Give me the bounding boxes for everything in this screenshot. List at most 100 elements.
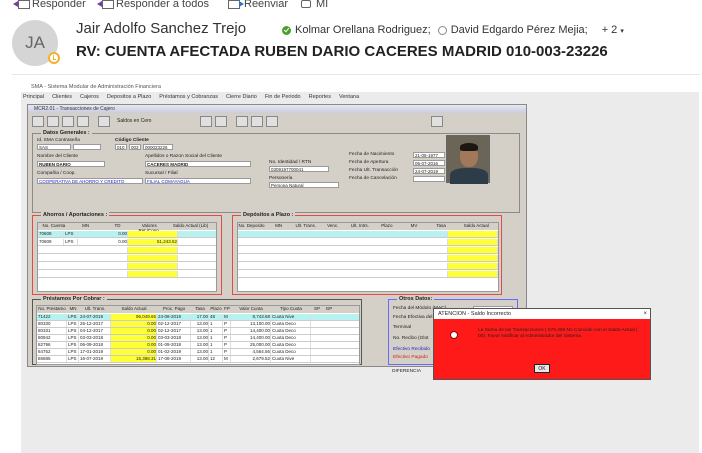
col-header: Ult. Trans.	[295, 223, 316, 228]
difference-label: DIFERENCIA	[392, 369, 422, 374]
im-label: MI	[316, 0, 329, 10]
col-header: No. Prestamo	[38, 306, 66, 311]
cell: 01-09-2018	[157, 342, 191, 348]
cell	[128, 231, 178, 237]
cell: 03-03-2018	[157, 335, 191, 341]
reply-all-button[interactable]: Responder a todos	[97, 0, 209, 10]
col-header: MN	[275, 223, 283, 228]
table-row[interactable]: 70608 LPS 0.00	[38, 231, 216, 238]
cancel-icon	[236, 115, 248, 127]
table-row[interactable]: 70609 LPS 0.00 51,243.52	[38, 239, 216, 246]
col-header: SP	[313, 306, 320, 311]
col-header: Saldo Actual	[121, 306, 147, 311]
reply-button[interactable]: Responder	[13, 0, 86, 10]
col-header: Tasa	[436, 223, 446, 228]
reply-all-icon	[97, 0, 114, 10]
cell: 1	[209, 349, 223, 355]
col-header: Valor Cuota	[239, 306, 263, 311]
cell: 0.00	[111, 335, 157, 341]
table-row	[38, 255, 216, 262]
surname-label: Apellidos o Razon Social del Cliente	[145, 154, 223, 159]
cell: 02-12-2017	[157, 328, 191, 334]
deposits-group: Depósitos a Plazo : No. Deposito MN Ult.…	[232, 212, 502, 295]
table-row	[238, 263, 498, 270]
cell: 13.00	[191, 342, 209, 348]
cell: 02-12-2017	[157, 321, 191, 327]
cell: 4,564.56	[231, 349, 271, 355]
cell: 80942	[37, 335, 67, 341]
col-header: TD	[114, 223, 121, 228]
savings-title: Ahorros / Aportaciones :	[41, 212, 110, 218]
table-row[interactable]: 82796 LPS 06-09-2018 0.00 01-09-2018 13.00 1 P 2…	[37, 342, 359, 349]
cell: 24-07-2019	[79, 314, 111, 320]
terminal-label: Terminal	[393, 325, 412, 330]
table-row	[38, 263, 216, 270]
table-row[interactable]: 84752 LPS 17-01-2019 0.00 01-02-2019 13.00 1 P 4…	[37, 349, 359, 356]
cell: 25,000.00	[231, 342, 271, 348]
table-row[interactable]: 80942 LPS 03-03-2018 0.00 03-03-2018 13.00 1 P 1…	[37, 335, 359, 342]
id-number-field: 0309197700041	[269, 166, 329, 172]
table-row[interactable]: 80331 LPS 04-12-2017 0.00 02-12-2017 13.00 1 P 1…	[37, 328, 359, 335]
cell: LPS	[67, 314, 79, 320]
cell: Cuota Deco	[271, 335, 311, 341]
loans-grid: No. Prestamo MN Ult. Trans. Saldo Actual…	[36, 305, 360, 365]
cell: Cuota Deco	[271, 328, 311, 334]
message-subject: RV: CUENTA AFECTADA RUBEN DARIO CACERES …	[76, 43, 608, 60]
dialog-title: ATENCION - Saldo Incorrecto ×	[434, 309, 650, 319]
close-icon[interactable]: ×	[643, 309, 647, 319]
cell: 51,243.52	[128, 239, 178, 245]
menu-item: Fin de Periodo	[264, 94, 301, 100]
menu-item: Clientes	[52, 94, 72, 100]
table-row	[238, 231, 498, 238]
ok-button[interactable]: OK	[534, 364, 550, 373]
cell: LPS	[67, 321, 79, 327]
cell: 0.00	[111, 321, 157, 327]
im-button[interactable]: MI	[300, 0, 328, 10]
cell: P	[223, 342, 231, 348]
table-row[interactable]: 71422 LPS 24-07-2019 96,049.65 24-08-2019 17.…	[37, 314, 359, 321]
app-menubar: Principal Clientes Cajeros Depositos a P…	[21, 93, 699, 102]
col-header: Saldo Actual	[463, 223, 489, 228]
cancel-date-field	[413, 176, 445, 182]
table-row	[38, 247, 216, 254]
table-row[interactable]: 86685 LPS 16-07-2019 15,388.31 17-08-2019 13.…	[37, 356, 359, 363]
last-tx-field: 24-07-2019	[413, 168, 445, 174]
cell: LPS	[67, 335, 79, 341]
more-recipients-button[interactable]: + 2 ▾	[602, 24, 624, 36]
forward-button[interactable]: Reenviar	[228, 0, 288, 10]
cell: P	[223, 328, 231, 334]
chevron-down-icon: ▾	[620, 28, 624, 35]
loans-group: Préstamos Por Cobrar : No. Prestamo MN U…	[32, 296, 362, 365]
forward-label: Reenviar	[244, 0, 289, 10]
cell: 13.00	[191, 356, 209, 362]
company-label: Compañia / Coop.	[37, 171, 76, 176]
cell: Cuota Nive	[271, 356, 311, 362]
reply-label: Responder	[32, 0, 86, 10]
loans-title: Préstamos Por Cobrar :	[41, 296, 107, 302]
cell: 0.00	[78, 231, 128, 237]
check-icon	[98, 115, 110, 127]
dialog-message: La Suma de las Transacciones ( 570,465 N…	[478, 328, 638, 339]
sender-name[interactable]: Jair Adolfo Sanchez Trejo	[76, 20, 246, 37]
company-field: COOPERATIVA DE AHORRO Y CREDITO	[37, 178, 143, 184]
recipient-2[interactable]: David Edgardo Pérez Mejia;	[451, 24, 588, 36]
cell: 70609	[38, 239, 64, 245]
col-header: Venc.	[327, 223, 339, 228]
forward-icon	[228, 0, 244, 10]
cell: Cuota Deco	[271, 321, 311, 327]
last-tx-label: Fecha Ult. Transacción	[349, 168, 399, 173]
cell: 14,400.00	[231, 335, 271, 341]
code-prefix-field: 010	[115, 144, 127, 150]
col-header: MN	[69, 306, 77, 311]
menu-item: Depositos a Plazo	[106, 94, 152, 100]
birth-label: Fecha de Nacimiento	[349, 152, 395, 157]
menu-item: Principal	[23, 94, 45, 100]
cell: 48	[209, 314, 223, 320]
cell: 17-01-2019	[79, 349, 111, 355]
birth-field: 21-05-1977	[413, 152, 445, 158]
cell: 80331	[37, 328, 67, 334]
recipient-1[interactable]: Kolmar Orellana Rodriguez;	[295, 24, 431, 36]
col-header: Valores Ret./Cong.	[138, 223, 160, 233]
table-row[interactable]: 80330 LPS 26-12-2017 0.00 02-12-2017 13.00 1 P 1…	[37, 321, 359, 328]
code-mid-field: 003	[129, 144, 141, 150]
